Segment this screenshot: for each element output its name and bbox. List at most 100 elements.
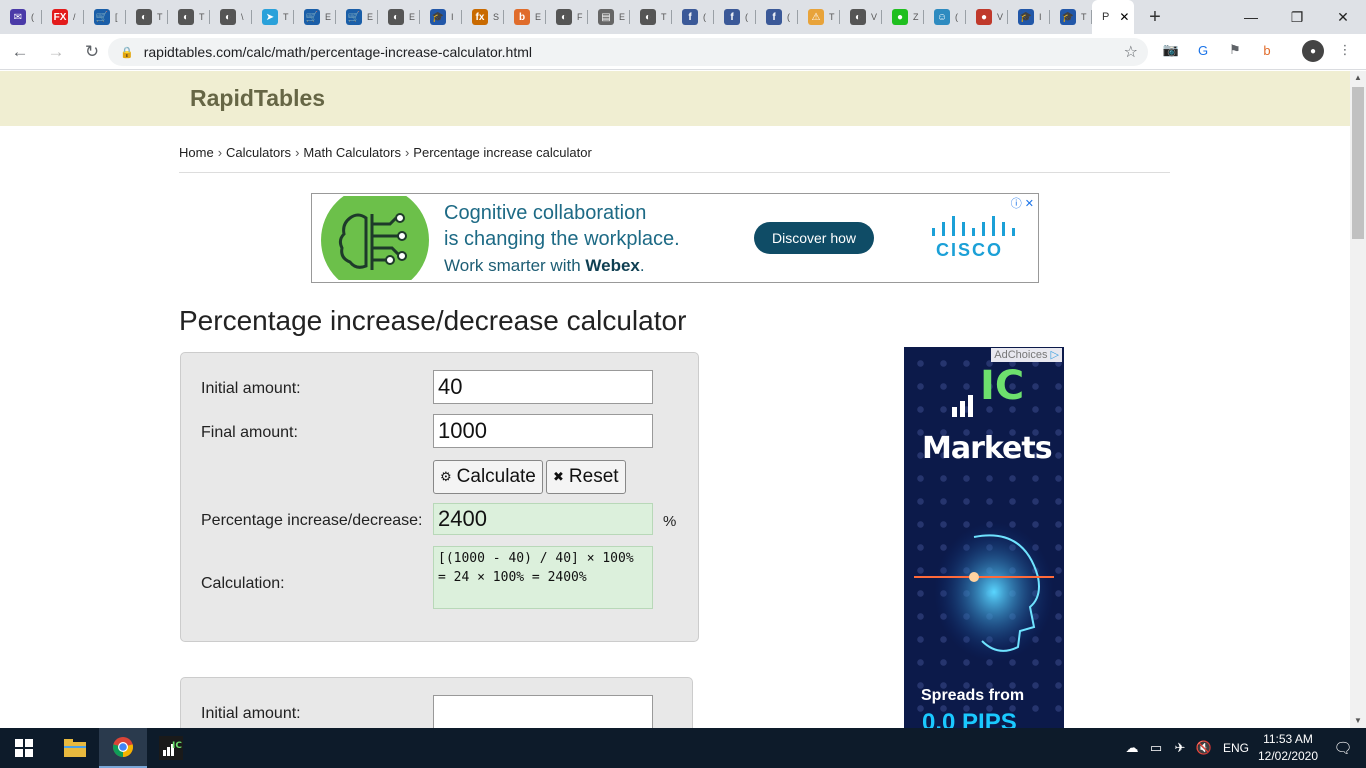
cart-icon: 🛒 [346, 9, 362, 25]
browser-tab[interactable]: ✉( [0, 0, 42, 34]
breadcrumb-calculators[interactable]: Calculators [226, 145, 291, 160]
ad-discover-button[interactable]: Discover how [754, 222, 874, 254]
globe-icon: ◐ [850, 9, 866, 25]
browser-tab[interactable]: 🎓 T [1050, 0, 1092, 34]
browser-tab[interactable]: fx S [462, 0, 504, 34]
banner-ad[interactable]: Cognitive collaboration is changing the … [311, 193, 1039, 283]
page-scrollbar[interactable]: ▲ ▼ [1350, 71, 1366, 728]
lock-icon: 🔒 [120, 46, 134, 59]
browser-tab[interactable]: FX / [42, 0, 84, 34]
initial-amount-input[interactable]: 40 [433, 370, 653, 404]
system-clock[interactable]: 11:53 AM 12/02/2020 [1256, 731, 1320, 765]
tab-title: F [577, 12, 583, 22]
profile-avatar[interactable]: ● [1302, 40, 1324, 62]
volume-muted-icon[interactable]: 🔇 [1192, 740, 1216, 756]
browser-tab[interactable]: 🛒 E [294, 0, 336, 34]
minimize-icon[interactable]: — [1228, 0, 1274, 34]
browser-tab[interactable]: ◐ \ [210, 0, 252, 34]
browser-tab[interactable]: 🎓 I [1008, 0, 1050, 34]
browser-tab[interactable]: ● Z [882, 0, 924, 34]
side-ad[interactable]: AdChoices ▷ IC Markets Spreads from 0.0 … [904, 347, 1064, 728]
battery-icon[interactable]: ▭ [1144, 740, 1168, 756]
percent-unit: % [663, 513, 677, 530]
browser-tab[interactable]: 🛒[ [84, 0, 126, 34]
scrollbar-thumb[interactable] [1352, 87, 1364, 239]
second-calculator-panel: Initial amount: [180, 677, 693, 728]
brain-icon [321, 196, 429, 280]
warning-icon: ⚠ [808, 9, 824, 25]
ad-brand-ic: IC [980, 363, 1025, 409]
ad-subline: Work smarter with Webex. [444, 256, 645, 275]
windows-start-icon[interactable] [0, 728, 48, 768]
notifications-icon[interactable]: 🗨 [1320, 739, 1366, 757]
browser-tab[interactable]: ⚠ T [798, 0, 840, 34]
close-tab-icon[interactable]: ✕ [1119, 10, 1129, 24]
browser-tab[interactable]: ◐ V [840, 0, 882, 34]
tab-title: E [367, 12, 374, 22]
tab-title: ( [745, 12, 748, 22]
result-output[interactable]: 2400 [433, 503, 653, 535]
tab-title: T [829, 12, 835, 22]
initial-amount-input-2[interactable] [433, 695, 653, 728]
calculate-button[interactable]: ⚙ Calculate [433, 460, 543, 494]
file-explorer-icon[interactable] [51, 728, 99, 768]
browser-tab[interactable]: ◐ F [546, 0, 588, 34]
site-header: RapidTables [0, 71, 1350, 126]
b-extension-icon[interactable]: b [1257, 40, 1277, 60]
globe-icon: ◐ [388, 9, 404, 25]
network-icon[interactable]: ✈ [1168, 740, 1192, 756]
browser-tab[interactable]: 🛒 E [336, 0, 378, 34]
browser-tab[interactable]: ➤ T [252, 0, 294, 34]
breadcrumb-home[interactable]: Home [179, 145, 214, 160]
camera-icon[interactable]: 📷 [1161, 40, 1181, 60]
restore-icon[interactable]: ❐ [1274, 0, 1320, 34]
extension-icon[interactable]: ⚑ [1225, 40, 1245, 60]
new-tab-icon[interactable]: + [1140, 0, 1170, 34]
cart-icon: 🛒 [94, 9, 110, 25]
final-amount-input[interactable]: 1000 [433, 414, 653, 448]
chrome-icon[interactable] [99, 728, 147, 768]
tab-title: T [199, 12, 205, 22]
browser-tab[interactable]: f( [672, 0, 714, 34]
address-bar[interactable]: 🔒 rapidtables.com/calc/math/percentage-i… [108, 38, 1148, 66]
cloud-icon[interactable]: ☁ [1120, 740, 1144, 756]
ad-brand-markets: Markets [922, 431, 1053, 466]
browser-tab[interactable]: 🎓 I [420, 0, 462, 34]
graduation-icon: 🎓 [430, 9, 446, 25]
browser-tab[interactable]: ◐ T [168, 0, 210, 34]
language-indicator[interactable]: ENG [1216, 741, 1256, 755]
translate-icon[interactable]: G [1193, 40, 1213, 60]
scroll-up-icon[interactable]: ▲ [1350, 71, 1366, 85]
back-icon[interactable]: ← [4, 36, 36, 68]
browser-tab[interactable]: ◐ T [630, 0, 672, 34]
bookmark-star-icon[interactable]: ☆ [1124, 42, 1138, 62]
browser-tab[interactable]: ▤ E [588, 0, 630, 34]
address-text[interactable]: rapidtables.com/calc/math/percentage-inc… [144, 44, 532, 60]
browser-tab[interactable]: f( [756, 0, 798, 34]
reset-button[interactable]: ✖ Reset [546, 460, 626, 494]
menu-icon[interactable]: ⋮ [1335, 40, 1355, 60]
browser-tab[interactable]: ◐ T [126, 0, 168, 34]
calculation-output[interactable]: [(1000 - 40) / 40] × 100% = 24 × 100% = … [433, 546, 653, 609]
browser-tab[interactable]: ◐ E [378, 0, 420, 34]
browser-tab[interactable]: bE [504, 0, 546, 34]
tab-title: ( [787, 12, 790, 22]
close-window-icon[interactable]: ✕ [1320, 0, 1366, 34]
ad-close-icon[interactable]: ⓘ ✕ [1011, 195, 1034, 211]
telegram-icon: ➤ [262, 9, 278, 25]
site-logo[interactable]: RapidTables [190, 85, 325, 112]
forward-icon[interactable]: → [40, 36, 72, 68]
clock-time: 11:53 AM [1263, 732, 1313, 746]
reload-icon[interactable]: ↻ [76, 36, 108, 68]
page-title: Percentage increase/decrease calculator [179, 305, 687, 336]
adchoices-label[interactable]: AdChoices ▷ [991, 348, 1062, 362]
windows-taskbar: IC ☁ ▭ ✈ 🔇 ENG 11:53 AM 12/02/2020 🗨 [0, 728, 1366, 768]
browser-tab[interactable]: ● V [966, 0, 1008, 34]
active-browser-tab[interactable]: P ✕ [1092, 0, 1134, 34]
breadcrumb-math-calculators[interactable]: Math Calculators [303, 145, 401, 160]
browser-tab[interactable]: ☺( [924, 0, 966, 34]
scroll-down-icon[interactable]: ▼ [1350, 714, 1366, 728]
ic-markets-app-icon[interactable]: IC [147, 728, 195, 768]
browser-tab[interactable]: f( [714, 0, 756, 34]
ad-spreads-text: Spreads from [921, 687, 1025, 704]
